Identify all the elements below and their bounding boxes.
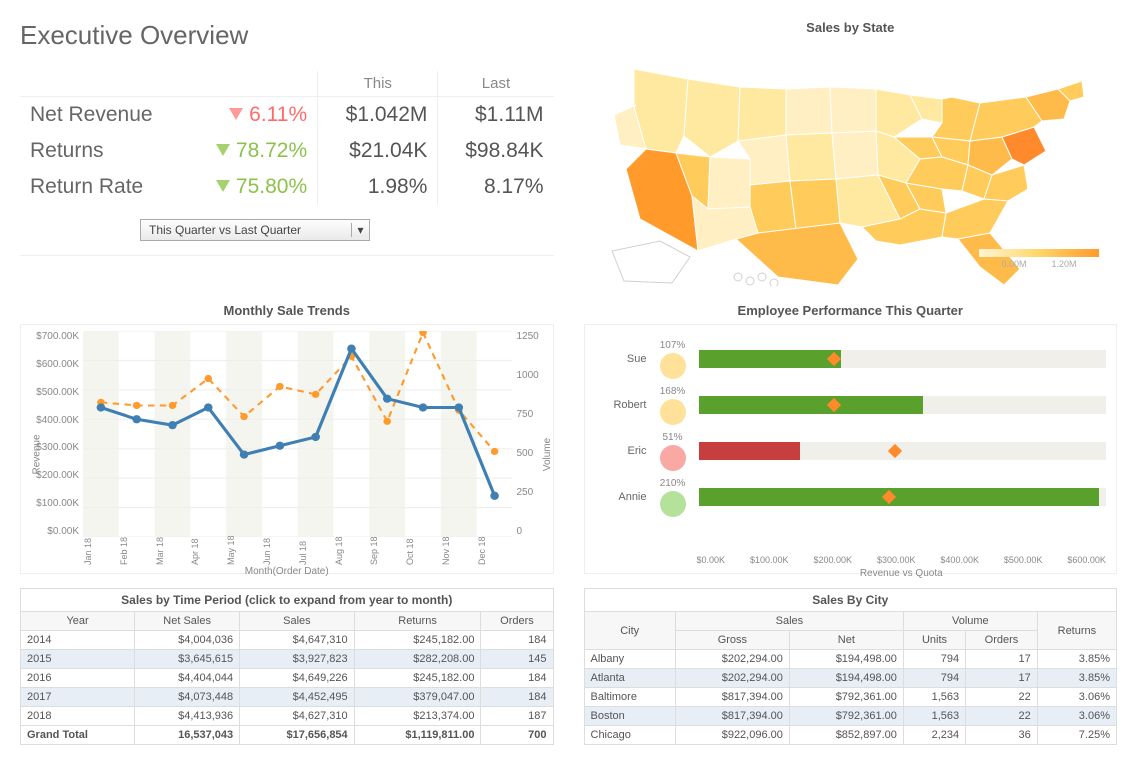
page-title: Executive Overview xyxy=(20,20,554,51)
employee-xlabel: Revenue vs Quota xyxy=(697,568,1107,579)
trends-ylabel-right: Volume xyxy=(542,438,553,471)
employee-name: Eric xyxy=(595,445,647,457)
status-dot-icon xyxy=(660,353,686,379)
employee-pct: 107% xyxy=(647,340,699,351)
employee-bar-track xyxy=(699,442,1107,460)
employee-performance-panel: Employee Performance This Quarter Sue107… xyxy=(584,303,1118,574)
trends-xlabel: Month(Order Date) xyxy=(21,566,553,577)
sales-by-time-panel: Sales by Time Period (click to expand fr… xyxy=(20,588,554,745)
kpi-last: $98.84K xyxy=(438,133,554,169)
monthly-trends-chart[interactable]: $700.00K$600.00K$500.00K$400.00K$300.00K… xyxy=(20,324,554,574)
employee-row[interactable]: Robert168% xyxy=(595,385,1107,425)
table-row[interactable]: 2015$3,645,615$3,927,823$282,208.00145 xyxy=(21,650,554,669)
table-row[interactable]: Chicago$922,096.00$852,897.002,234367.25… xyxy=(584,726,1117,745)
employee-pct: 168% xyxy=(647,386,699,397)
table-total-row: Grand Total16,537,043$17,656,854$1,119,8… xyxy=(21,726,554,745)
arrow-down-icon xyxy=(216,144,230,156)
city-table[interactable]: City Sales Volume Returns GrossNetUnitsO… xyxy=(584,611,1118,745)
monthly-trends-panel: Monthly Sale Trends $700.00K$600.00K$500… xyxy=(20,303,554,574)
kpi-delta: 6.11% xyxy=(187,97,318,134)
employee-pct: 210% xyxy=(647,478,699,489)
employee-name: Annie xyxy=(595,491,647,503)
period-selector-value: This Quarter vs Last Quarter xyxy=(141,220,351,240)
time-table[interactable]: YearNet SalesSalesReturnsOrders 2014$4,0… xyxy=(20,611,554,745)
kpi-row-label: Return Rate xyxy=(20,169,187,205)
employee-row[interactable]: Eric51% xyxy=(595,431,1107,471)
kpi-last: 8.17% xyxy=(438,169,554,205)
status-dot-icon xyxy=(660,445,686,471)
kpi-row-label: Net Revenue xyxy=(20,97,187,134)
table-row[interactable]: Atlanta$202,294.00$194,498.00794173.85% xyxy=(584,669,1117,688)
status-dot-icon xyxy=(660,399,686,425)
kpi-this: $21.04K xyxy=(318,133,438,169)
kpi-table: This Last Net Revenue6.11%$1.042M$1.11M R… xyxy=(20,71,554,205)
kpi-delta: 75.80% xyxy=(187,169,318,205)
employee-row[interactable]: Annie210% xyxy=(595,477,1107,517)
employee-bar-track xyxy=(699,488,1107,506)
table-row[interactable]: 2018$4,413,936$4,627,310$213,374.00187 xyxy=(21,707,554,726)
employee-name: Robert xyxy=(595,399,647,411)
employee-name: Sue xyxy=(595,353,647,365)
table-row[interactable]: 2016$4,404,044$4,649,226$245,182.00184 xyxy=(21,669,554,688)
sales-by-city-panel: Sales By City City Sales Volume Returns … xyxy=(584,588,1118,745)
table-row[interactable]: 2017$4,073,448$4,452,495$379,047.00184 xyxy=(21,688,554,707)
kpi-this: $1.042M xyxy=(318,97,438,134)
employee-bar-track xyxy=(699,396,1107,414)
sales-by-state-panel: Sales by State xyxy=(584,20,1118,289)
chevron-down-icon[interactable]: ▾ xyxy=(351,223,369,237)
table-row[interactable]: Baltimore$817,394.00$792,361.001,563223.… xyxy=(584,688,1117,707)
quota-marker-icon xyxy=(888,444,902,458)
kpi-this: 1.98% xyxy=(318,169,438,205)
period-selector[interactable]: This Quarter vs Last Quarter ▾ xyxy=(140,219,370,241)
employee-title: Employee Performance This Quarter xyxy=(584,303,1118,318)
kpi-col-this: This xyxy=(318,71,438,97)
employee-pct: 51% xyxy=(647,432,699,443)
table-row[interactable]: Boston$817,394.00$792,361.001,563223.06% xyxy=(584,707,1117,726)
kpi-last: $1.11M xyxy=(438,97,554,134)
time-table-title: Sales by Time Period (click to expand fr… xyxy=(20,588,554,611)
status-dot-icon xyxy=(660,491,686,517)
employee-bullet-chart[interactable]: Sue107%Robert168%Eric51%Annie210% $0.00K… xyxy=(584,324,1118,574)
kpi-delta: 78.72% xyxy=(187,133,318,169)
table-row[interactable]: 2014$4,004,036$4,647,310$245,182.00184 xyxy=(21,631,554,650)
trends-title: Monthly Sale Trends xyxy=(20,303,554,318)
arrow-down-icon xyxy=(229,108,243,120)
trends-ylabel-left: Revenue xyxy=(32,434,43,474)
employee-row[interactable]: Sue107% xyxy=(595,339,1107,379)
kpi-panel: Executive Overview This Last Net Revenue… xyxy=(20,20,554,289)
employee-bar-track xyxy=(699,350,1107,368)
arrow-down-icon xyxy=(216,180,230,192)
city-table-title: Sales By City xyxy=(584,588,1118,611)
map-title: Sales by State xyxy=(584,20,1118,35)
map-legend: 0.00M 1.20M xyxy=(979,249,1099,269)
kpi-row-label: Returns xyxy=(20,133,187,169)
table-row[interactable]: Albany$202,294.00$194,498.00794173.85% xyxy=(584,650,1117,669)
kpi-col-last: Last xyxy=(438,71,554,97)
